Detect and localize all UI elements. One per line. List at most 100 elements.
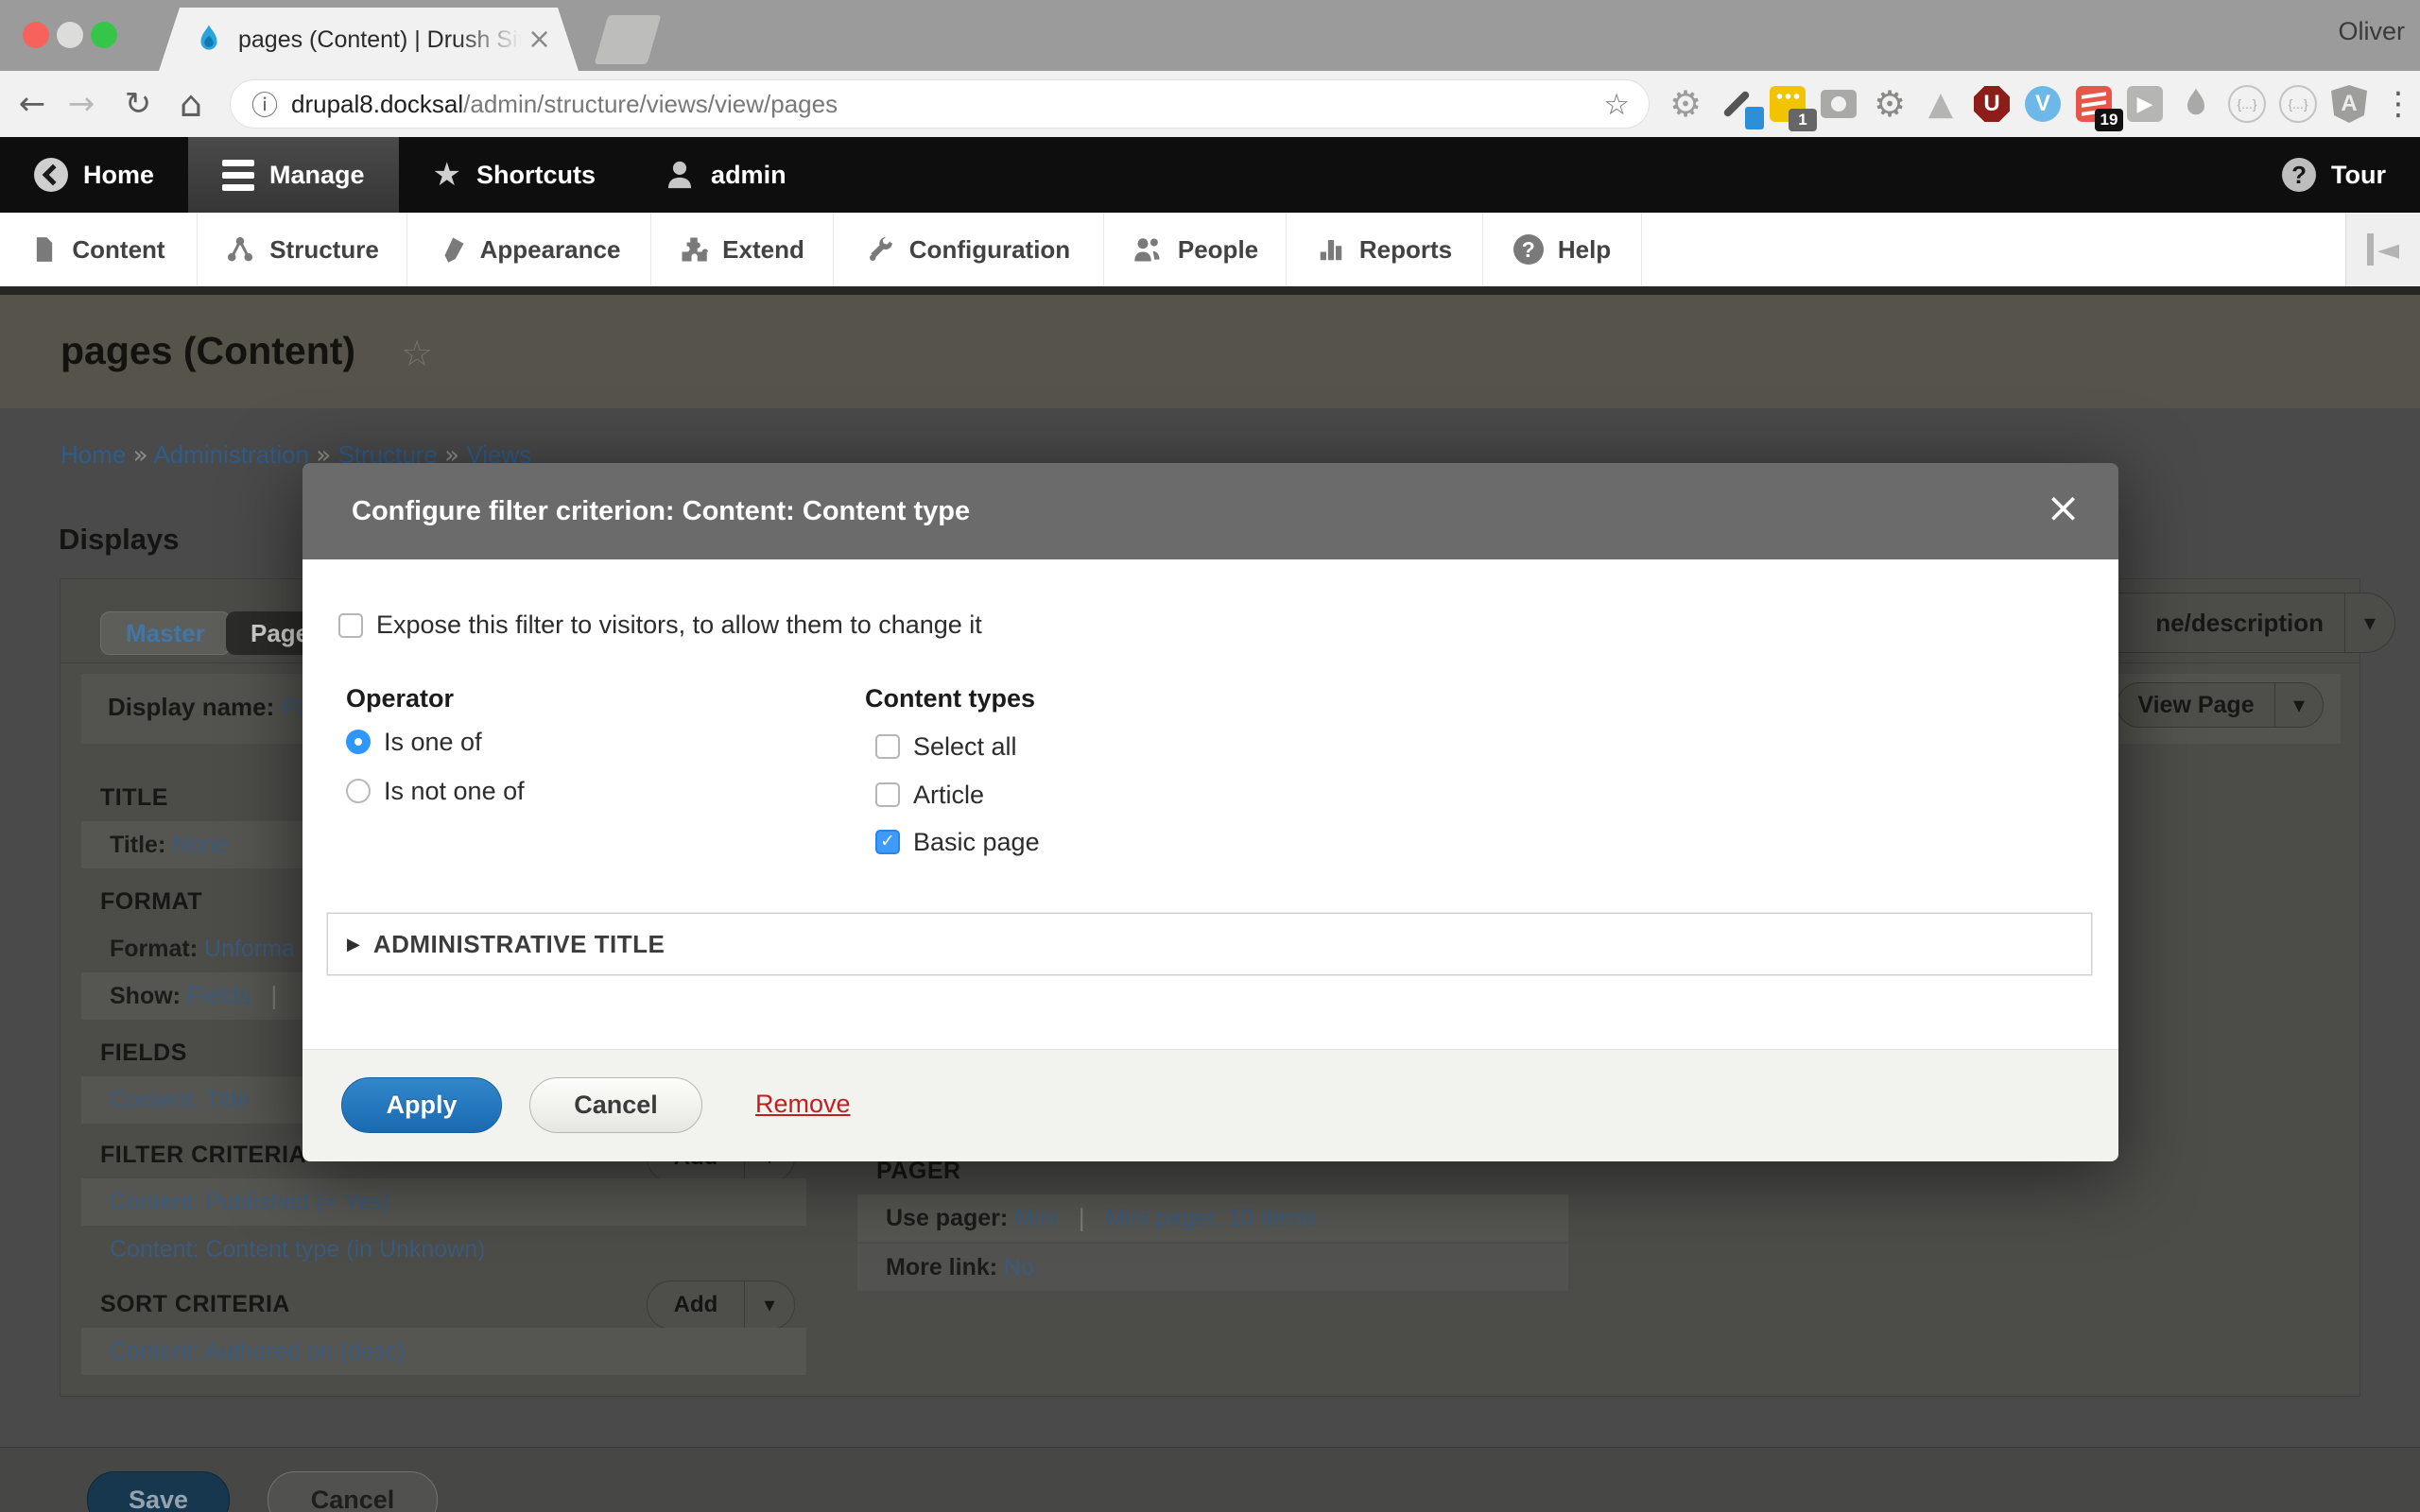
menu-item-reports[interactable]: Reports [1287,213,1483,286]
drupal-menu-toolbar: Content Structure Appearance Extend Conf… [0,213,2420,286]
article-checkbox[interactable] [875,782,900,807]
remove-link[interactable]: Remove [755,1090,851,1119]
breadcrumb-home[interactable]: Home [60,440,126,469]
select-all-checkbox[interactable] [875,734,900,759]
expose-filter-checkbox[interactable] [338,613,363,638]
filter-published-link[interactable]: Content: Published (= Yes) [110,1189,390,1215]
structure-icon [225,235,255,264]
content-types-heading: Content types [865,684,1035,713]
json-formatter-extension-icon[interactable]: {...} [2276,82,2320,126]
home-icon[interactable]: ⌂ [170,71,212,137]
format-link[interactable]: Unforma [204,936,295,962]
dialog-header[interactable]: Configure filter criterion: Content: Con… [302,463,2118,559]
toolbar-item-manage[interactable]: Manage [188,137,399,213]
toolbar-item-shortcuts[interactable]: ★ Shortcuts [399,137,631,213]
operator-heading: Operator [346,684,454,713]
vimeo-extension-icon[interactable]: V [2021,82,2065,126]
mac-minimize-button[interactable] [57,22,83,48]
toolbar-item-tour[interactable]: ? Tour [2248,137,2420,213]
json-viewer-extension-icon[interactable]: {...} [2225,82,2269,126]
select-all-label: Select all [913,732,1017,762]
chrome-menu-icon[interactable]: ⋮ [2377,82,2420,126]
gear-extension-icon[interactable]: ⚙ [1664,82,1707,126]
new-tab-button[interactable] [595,15,662,64]
drupal-extension-icon[interactable] [2174,82,2218,126]
view-page-button[interactable]: View Page ▾ [2117,682,2324,728]
favorite-star-icon[interactable]: ☆ [401,333,433,374]
pager-options-link[interactable]: Mini pager, 10 items [1105,1205,1317,1231]
puzzle-icon [680,235,708,264]
cancel-button[interactable]: Cancel [529,1077,702,1133]
apply-button[interactable]: Apply [341,1077,502,1133]
ublock-extension-icon[interactable]: U [1970,82,2014,126]
display-name-label: Display name: [108,693,274,721]
collapsed-marker-icon: ▶ [347,935,360,954]
basic-page-checkbox[interactable] [875,830,900,854]
dropdown-arrow-icon[interactable]: ▾ [2344,593,2394,652]
menu-item-help[interactable]: ? Help [1483,213,1642,286]
bookmark-star-icon[interactable]: ☆ [1603,88,1630,122]
list-item: Content: Content type (in Unknown) [81,1226,806,1273]
dropdown-arrow-icon[interactable]: ▾ [2274,683,2323,727]
pipe-separator: | [257,982,291,1009]
dialog-body: Expose this filter to visitors, to allow… [302,559,2118,1049]
password-extension-icon[interactable]: 1 [1766,82,1809,126]
dark-gear-extension-icon[interactable]: ⚙ [1868,82,1911,126]
is-not-one-of-radio[interactable] [346,779,371,803]
forward-icon[interactable]: → [60,71,102,137]
display-tab-master[interactable]: Master [100,611,231,655]
drupal-favicon-icon [193,24,225,56]
colorpicker-extension-icon[interactable] [1715,82,1758,126]
list-item: More link: No [857,1244,1568,1291]
back-to-site-icon [34,158,68,192]
use-pager-link[interactable]: Mini [1014,1205,1058,1231]
toolbar-item-admin[interactable]: admin [630,137,821,213]
is-one-of-label: Is one of [384,728,482,757]
dropdown-arrow-icon[interactable]: ▾ [744,1281,794,1329]
back-icon[interactable]: ← [11,71,53,137]
expose-filter-label: Expose this filter to visitors, to allow… [376,610,982,640]
browser-tab[interactable]: pages (Content) | Drush Site-In × [159,8,579,71]
menu-item-configuration[interactable]: Configuration [834,213,1104,286]
wrench-icon [867,235,895,264]
sort-add-button[interactable]: Add ▾ [647,1280,795,1330]
todoist-extension-icon[interactable]: 19 [2072,82,2116,126]
sort-authored-link[interactable]: Content: Authored on (desc) [110,1338,406,1365]
content-title-link[interactable]: Content: Title [110,1087,249,1113]
displays-heading: Displays [59,523,180,557]
address-bar[interactable]: ⓘ drupal8.docksal/admin/structure/views/… [230,79,1650,129]
administrative-title-fieldset[interactable]: ▶ ADMINISTRATIVE TITLE [327,913,2092,975]
save-button[interactable]: Save [87,1471,230,1512]
page-cancel-button[interactable]: Cancel [268,1471,438,1512]
toolbar-collapse-button[interactable]: ◄ [2345,213,2420,286]
toolbar-item-home[interactable]: Home [0,137,188,213]
title-none-link[interactable]: None [172,832,229,858]
menu-item-extend[interactable]: Extend [651,213,834,286]
show-fields-link[interactable]: Fields [187,983,251,1009]
menu-item-appearance[interactable]: Appearance [407,213,651,286]
tab-close-icon[interactable]: × [527,26,551,54]
dialog-title: Configure filter criterion: Content: Con… [352,496,970,527]
reload-icon[interactable]: ↻ [117,71,159,137]
site-info-icon[interactable]: ⓘ [251,85,278,123]
basic-page-label: Basic page [913,828,1040,857]
star-icon: ★ [433,159,461,191]
user-icon [664,159,696,191]
menu-item-content[interactable]: Content [0,213,198,286]
menu-item-people[interactable]: People [1104,213,1287,286]
filter-content-type-link[interactable]: Content: Content type (in Unknown) [110,1236,485,1263]
filter-config-dialog: Configure filter criterion: Content: Con… [302,463,2118,1160]
is-one-of-radio[interactable] [346,730,371,754]
mac-close-button[interactable] [23,22,49,48]
dialog-close-icon[interactable]: × [2046,488,2081,529]
screenshot-extension-icon[interactable] [1817,82,1860,126]
mac-zoom-button[interactable] [91,22,117,48]
menu-item-structure[interactable]: Structure [198,213,407,286]
tab-title: pages (Content) | Drush Site-In [238,24,522,56]
angular-extension-icon[interactable]: A [2327,82,2371,126]
play-extension-icon[interactable]: ▶ [2123,82,2167,126]
browser-profile-name[interactable]: Oliver [2338,17,2405,46]
more-link-link[interactable]: No [1004,1254,1034,1280]
breadcrumb-administration[interactable]: Administration [153,440,309,469]
drive-extension-icon[interactable]: ▲ [1919,82,1962,126]
